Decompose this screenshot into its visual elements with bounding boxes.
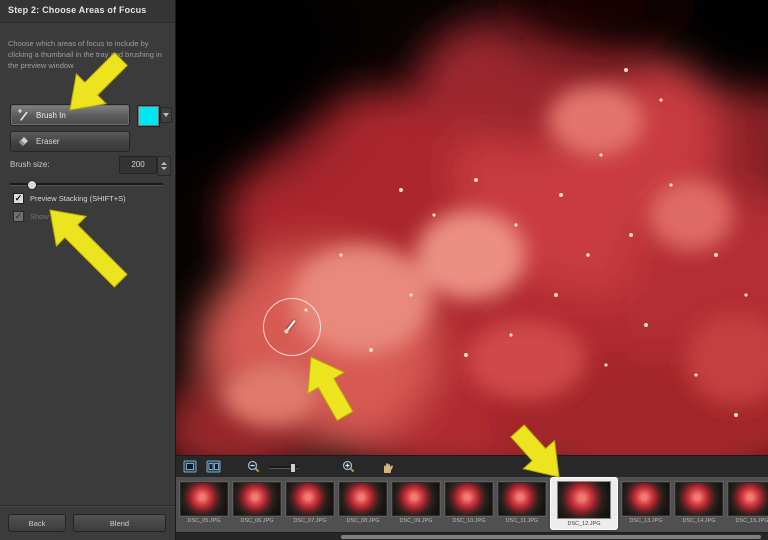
filmstrip-thumbnail[interactable]: DSC_11.JPG — [498, 482, 546, 524]
preview-stacking-checkbox[interactable]: ✓ Preview Stacking (SHIFT+S) — [13, 193, 126, 204]
thumbnail-photo — [339, 482, 387, 516]
tray-scrollbar-handle[interactable] — [341, 535, 761, 539]
step-title: Step 2: Choose Areas of Focus — [0, 0, 175, 15]
step-description: Choose which areas of focus to include b… — [8, 38, 164, 72]
compare-view-icon[interactable] — [206, 460, 221, 473]
single-view-icon[interactable] — [183, 460, 197, 473]
filmstrip-thumbnail[interactable]: DSC_08.JPG — [339, 482, 387, 524]
slider-handle[interactable] — [27, 180, 37, 190]
eraser-icon — [17, 135, 30, 148]
brush-size-slider[interactable] — [10, 178, 163, 190]
thumbnail-filename: DSC_10.JPG — [445, 518, 493, 524]
show-strokes-checkbox[interactable]: ✓ Show Strokes — [13, 211, 76, 222]
thumbnail-filename: DSC_08.JPG — [339, 518, 387, 524]
view-toolbar — [176, 455, 768, 477]
panel-footer: Back Blend — [0, 505, 175, 540]
stepper-up-icon — [161, 162, 167, 165]
preview-canvas[interactable] — [176, 0, 768, 455]
filmstrip-tray: DSC_05.JPG DSC_06.JPG DSC_07.JPG DSC_08.… — [176, 477, 768, 532]
blend-button[interactable]: Blend — [73, 514, 166, 532]
brush-size-label: Brush size: — [10, 160, 50, 169]
thumbnail-filename: DSC_07.JPG — [286, 518, 334, 524]
filmstrip-thumbnail[interactable]: DSC_10.JPG — [445, 482, 493, 524]
thumbnail-photo — [180, 482, 228, 516]
show-strokes-label: Show Strokes — [30, 212, 76, 221]
brush-size-stepper[interactable] — [157, 156, 171, 176]
brush-in-button[interactable]: Brush In — [10, 104, 130, 126]
thumbnail-photo — [445, 482, 493, 516]
brush-color-dropdown-button[interactable] — [160, 107, 172, 123]
filmstrip-thumbnail[interactable]: DSC_09.JPG — [392, 482, 440, 524]
brush-size-input[interactable]: 200 — [119, 156, 157, 174]
thumbnail-filename: DSC_09.JPG — [392, 518, 440, 524]
flower-photo — [176, 0, 768, 455]
checkbox-checked-dim-icon: ✓ — [13, 211, 24, 222]
preview-stacking-label: Preview Stacking (SHIFT+S) — [30, 194, 126, 203]
back-button[interactable]: Back — [8, 514, 66, 532]
brush-color-swatch[interactable] — [137, 105, 160, 127]
thumbnail-photo — [233, 482, 281, 516]
eraser-label: Eraser — [36, 137, 60, 146]
thumbnail-filename: DSC_13.JPG — [622, 518, 670, 524]
filmstrip-thumbnail[interactable]: DSC_05.JPG — [180, 482, 228, 524]
thumbnail-filename: DSC_15.JPG — [728, 518, 768, 524]
zoom-slider[interactable] — [269, 462, 299, 472]
brush-cursor — [263, 298, 321, 356]
filmstrip-thumbnail[interactable]: DSC_12.JPG — [551, 478, 617, 529]
zoom-out-icon[interactable] — [247, 460, 260, 473]
zoom-in-icon[interactable] — [342, 460, 355, 473]
thumbnail-photo — [392, 482, 440, 516]
thumbnail-photo — [498, 482, 546, 516]
thumbnail-photo — [728, 482, 768, 516]
brush-in-label: Brush In — [36, 111, 66, 120]
hand-tool-icon[interactable] — [381, 460, 394, 473]
stage: DSC_05.JPG DSC_06.JPG DSC_07.JPG DSC_08.… — [176, 0, 768, 540]
filmstrip-thumbnail[interactable]: DSC_15.JPG — [728, 482, 768, 524]
filmstrip-thumbnail[interactable]: DSC_13.JPG — [622, 482, 670, 524]
thumbnail-filename: DSC_12.JPG — [554, 521, 614, 527]
tray-scrollbar[interactable] — [176, 532, 768, 540]
thumbnail-photo — [286, 482, 334, 516]
thumbnail-filename: DSC_06.JPG — [233, 518, 281, 524]
thumbnail-photo — [622, 482, 670, 516]
filmstrip-thumbnail[interactable]: DSC_07.JPG — [286, 482, 334, 524]
thumbnail-filename: DSC_14.JPG — [675, 518, 723, 524]
focus-stacking-window: Step 2: Choose Areas of Focus Choose whi… — [0, 0, 768, 540]
filmstrip-thumbnail[interactable]: DSC_14.JPG — [675, 482, 723, 524]
zoom-slider-handle[interactable] — [290, 463, 296, 473]
panel-header: Step 2: Choose Areas of Focus — [0, 0, 175, 23]
filmstrip-thumbnail[interactable]: DSC_06.JPG — [233, 482, 281, 524]
stepper-down-icon — [161, 167, 167, 170]
thumbnail-filename: DSC_11.JPG — [498, 518, 546, 524]
step-panel: Step 2: Choose Areas of Focus Choose whi… — [0, 0, 176, 540]
thumbnail-photo — [675, 482, 723, 516]
eraser-button[interactable]: Eraser — [10, 131, 130, 152]
thumbnail-photo — [557, 481, 611, 519]
brush-tip-icon — [286, 320, 296, 331]
chevron-down-icon — [163, 113, 169, 117]
brush-icon — [17, 109, 30, 122]
thumbnail-filename: DSC_05.JPG — [180, 518, 228, 524]
checkbox-checked-icon: ✓ — [13, 193, 24, 204]
